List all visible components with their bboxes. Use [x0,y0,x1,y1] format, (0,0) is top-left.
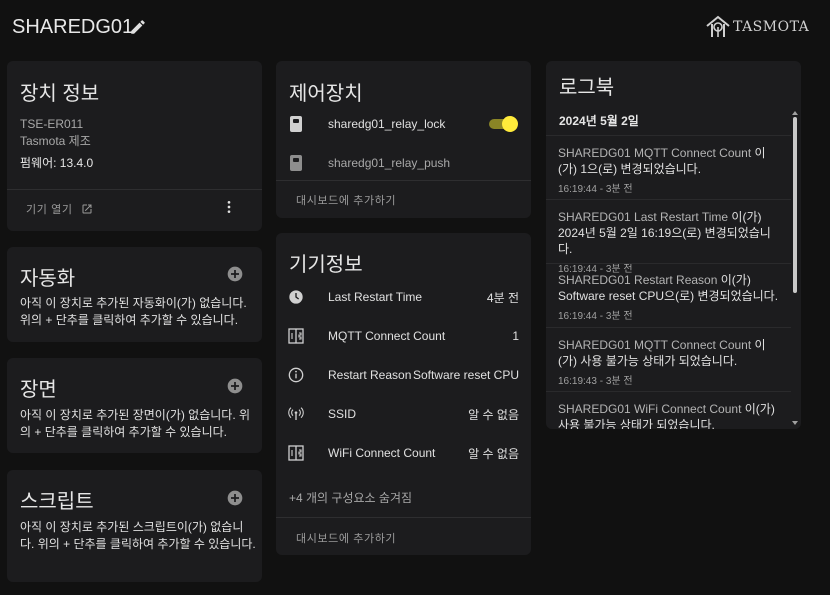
device-info-card: 장치 정보 TSE-ER011 Tasmota 제조 펌웨어: 13.4.0 기… [7,61,262,231]
scripts-card: 스크립트 아직 이 장치로 추가된 스크립트이(가) 없습니다. 위의 + 단추… [7,470,262,582]
relay-switch-icon [288,155,304,171]
automation-empty-text: 아직 이 장치로 추가된 자동화이(가) 없습니다. 위의 + 단추를 클릭하여… [20,296,247,327]
diagnostic-row-wifi-count[interactable]: WiFi Connect Count 알 수 없음 [288,443,519,463]
diagnostic-label: Restart Reason [328,368,412,382]
diagnostic-value: Software reset CPU [412,368,519,382]
log-entity-name[interactable]: SHAREDG01 MQTT Connect Count [558,338,751,352]
logbook-scrollbar[interactable] [791,109,799,427]
control-label: sharedg01_relay_lock [328,117,446,131]
log-entity-name[interactable]: SHAREDG01 Last Restart Time [558,210,728,224]
diagnostics-title: 기기정보 [289,254,363,276]
logbook-date: 2024년 5월 2일 [559,114,639,128]
add-script-icon[interactable] [227,490,243,506]
log-entity-name[interactable]: SHAREDG01 MQTT Connect Count [558,146,751,160]
log-entry[interactable]: SHAREDG01 WiFi Connect Count 이(가) 사용 불가능… [546,391,791,429]
tasmota-logo: TASMOTA [705,15,809,39]
device-firmware: 펌웨어: 13.4.0 [20,156,94,170]
divider [276,180,531,181]
control-label: sharedg01_relay_push [328,156,451,170]
scenes-title: 장면 [20,379,57,401]
diagnostic-label: MQTT Connect Count [328,329,446,343]
diagnostic-label: Last Restart Time [328,290,423,304]
diagnostic-value: 4분 전 [486,290,519,305]
controls-add-to-dashboard-link[interactable]: 대시보드에 추가하기 [296,192,396,208]
hidden-entities-link[interactable]: +4 개의 구성요소 숨겨짐 [289,489,412,506]
diagnostic-value: 알 수 없음 [468,446,519,461]
page-title: SHAREDG01 [12,16,134,38]
log-time: 16:19:44 - 3분 전 [558,311,633,322]
diagnostic-row-restart-reason[interactable]: Restart Reason Software reset CPU [288,365,519,385]
open-device-link[interactable]: 기기 열기 [26,201,93,217]
external-link-icon [82,204,92,214]
diagnostic-value: 알 수 없음 [468,407,519,422]
device-model: TSE-ER011 [20,117,84,131]
diagnostic-label: SSID [328,407,357,421]
info-icon [288,367,304,383]
wifi-antenna-icon [288,406,304,422]
counter-icon [288,445,304,461]
diagnostic-row-last-restart[interactable]: Last Restart Time 4분 전 [288,287,519,307]
controls-card: 제어장치 sharedg01_relay_lock sharedg01_rela… [276,61,531,218]
scripts-empty-text: 아직 이 장치로 추가된 스크립트이(가) 없습니다. 위의 + 단추를 클릭하… [20,520,256,551]
control-row-relay-push[interactable]: sharedg01_relay_push [288,153,519,173]
scroll-up-arrow-icon[interactable] [791,109,799,117]
log-entry[interactable]: SHAREDG01 Restart Reason 이(가) Software r… [546,263,791,327]
log-time: 16:19:44 - 3분 전 [558,184,633,195]
control-row-relay-lock[interactable]: sharedg01_relay_lock [288,114,519,134]
scripts-title: 스크립트 [20,491,94,513]
diagnostic-value: 1 [512,329,519,343]
log-time: 16:19:43 - 3분 전 [558,376,633,387]
automation-card: 자동화 아직 이 장치로 추가된 자동화이(가) 없습니다. 위의 + 단추를 … [7,247,262,342]
logo-text: TASMOTA [733,19,810,35]
diagnostic-row-ssid[interactable]: SSID 알 수 없음 [288,404,519,424]
automation-title: 자동화 [20,268,76,290]
log-entity-name[interactable]: SHAREDG01 Restart Reason [558,273,717,287]
diagnostics-card: 기기정보 Last Restart Time 4분 전 MQTT Connect… [276,233,531,555]
diagnostics-add-to-dashboard-link[interactable]: 대시보드에 추가하기 [296,530,396,546]
scroll-down-arrow-icon[interactable] [791,419,799,427]
log-entry[interactable]: SHAREDG01 MQTT Connect Count 이(가) 1으(로) … [546,135,791,199]
toggle-knob [502,116,518,132]
device-manufacturer: Tasmota 제조 [20,134,91,148]
logbook-card: 로그북 2024년 5월 2일 SHAREDG01 MQTT Connect C… [546,61,801,429]
log-entry[interactable]: SHAREDG01 MQTT Connect Count 이(가) 사용 불가능… [546,327,791,391]
log-entry[interactable]: SHAREDG01 Last Restart Time 이(가) 2024년 5… [546,199,791,275]
controls-title: 제어장치 [289,83,363,105]
divider [276,517,531,518]
logbook-title: 로그북 [559,77,615,99]
edit-pencil-icon[interactable] [129,18,147,36]
tasmota-house-icon [706,15,730,37]
top-bar: SHAREDG01 TASMOTA [0,0,830,56]
scenes-card: 장면 아직 이 장치로 추가된 장면이(가) 없습니다. 위의 + 단추를 클릭… [7,358,262,453]
more-options-icon[interactable] [221,199,237,215]
diagnostic-label: WiFi Connect Count [328,446,436,460]
divider [7,189,262,190]
open-device-label: 기기 열기 [26,204,73,216]
relay-lock-toggle[interactable] [489,116,519,132]
counter-icon [288,328,304,344]
relay-switch-icon [288,116,304,132]
add-automation-icon[interactable] [227,266,243,282]
device-info-title: 장치 정보 [20,83,100,105]
scenes-empty-text: 아직 이 장치로 추가된 장면이(가) 없습니다. 위의 + 단추를 클릭하여 … [20,408,251,439]
diagnostic-row-mqtt-count[interactable]: MQTT Connect Count 1 [288,326,519,346]
add-scene-icon[interactable] [227,378,243,394]
log-entity-name[interactable]: SHAREDG01 WiFi Connect Count [558,402,741,416]
scrollbar-thumb[interactable] [793,117,797,293]
clock-icon [288,289,304,305]
